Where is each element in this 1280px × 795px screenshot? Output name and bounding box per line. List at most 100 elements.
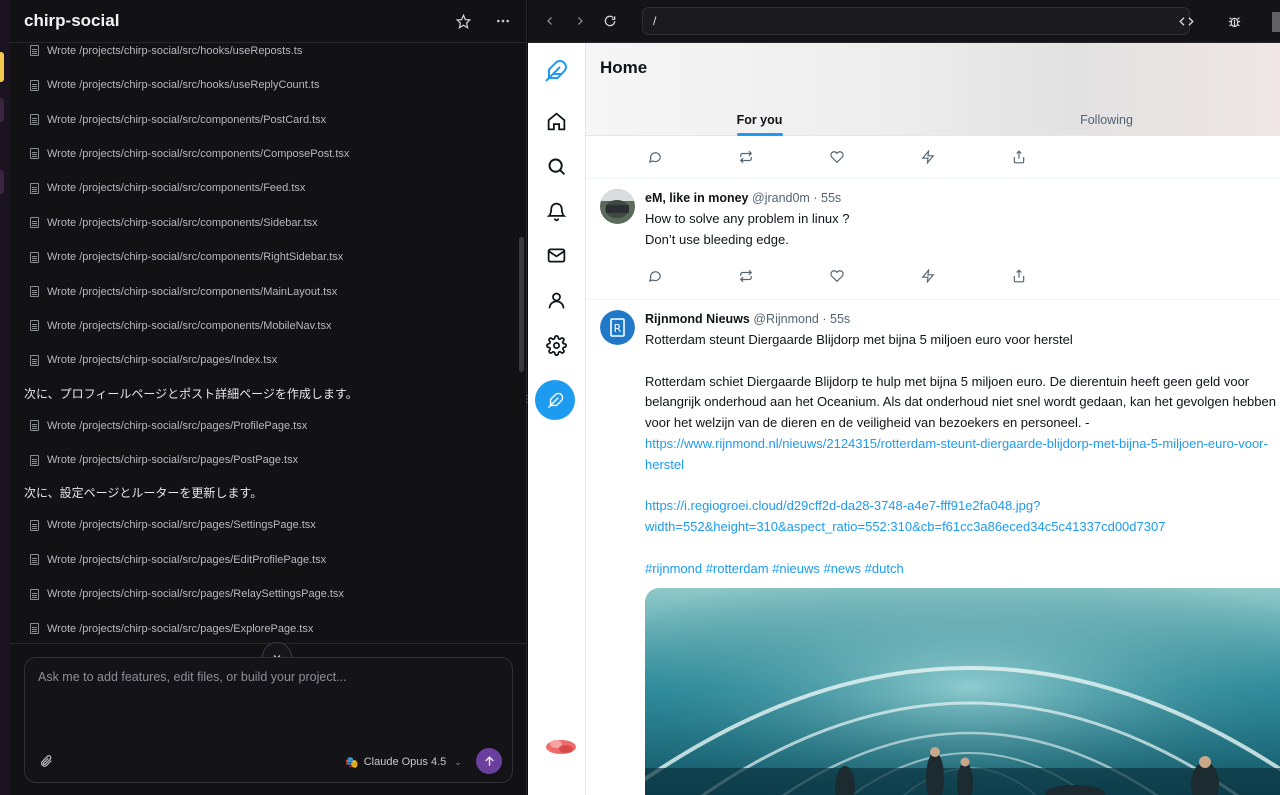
share-icon[interactable] bbox=[1012, 150, 1052, 164]
mail-icon[interactable] bbox=[544, 243, 568, 267]
log-file-entry[interactable]: Wrote /projects/chirp-social/src/hooks/u… bbox=[24, 68, 512, 102]
reply-icon[interactable] bbox=[648, 150, 739, 164]
arrow-up-icon bbox=[484, 755, 494, 766]
browser-toolbar: / bbox=[528, 0, 1280, 43]
post-avatar[interactable]: R bbox=[600, 310, 635, 345]
post-card[interactable]: R Rijnmond Nieuws @Rijnmond · 55s Rotter… bbox=[586, 299, 1280, 795]
bell-icon[interactable] bbox=[544, 199, 568, 223]
profile-icon[interactable] bbox=[544, 288, 568, 312]
bug-icon[interactable] bbox=[1224, 12, 1244, 32]
zap-icon[interactable] bbox=[921, 150, 1012, 164]
chat-log: Wrote /projects/chirp-social/src/hooks/u… bbox=[10, 43, 526, 643]
post-card[interactable]: eM, like in money @jrand0m · 55s How to … bbox=[586, 178, 1280, 299]
repost-icon[interactable] bbox=[739, 150, 830, 164]
tab-following[interactable]: Following bbox=[933, 103, 1280, 136]
log-file-entry[interactable]: Wrote /projects/chirp-social/src/compone… bbox=[24, 137, 512, 171]
log-file-entry[interactable]: Wrote /projects/chirp-social/src/pages/P… bbox=[24, 409, 512, 443]
log-file-entry[interactable]: Wrote /projects/chirp-social/src/compone… bbox=[24, 274, 512, 308]
refresh-icon[interactable] bbox=[600, 11, 620, 31]
post-actions bbox=[586, 255, 1052, 297]
reply-icon[interactable] bbox=[648, 269, 739, 283]
author-name[interactable]: Rijnmond Nieuws bbox=[645, 312, 750, 326]
feather-logo-icon[interactable] bbox=[544, 59, 568, 83]
url-bar[interactable]: / bbox=[642, 7, 1190, 35]
feather-icon bbox=[547, 392, 563, 408]
like-icon[interactable] bbox=[830, 150, 921, 164]
log-entry-text: Wrote /projects/chirp-social/src/compone… bbox=[47, 285, 338, 298]
chat-scrollbar[interactable] bbox=[519, 237, 524, 372]
log-file-entry[interactable]: Wrote /projects/chirp-social/src/compone… bbox=[24, 206, 512, 240]
log-entry-text: Wrote /projects/chirp-social/src/hooks/u… bbox=[47, 45, 303, 57]
settings-gear-icon[interactable] bbox=[544, 333, 568, 357]
more-options-icon[interactable] bbox=[494, 12, 512, 30]
author-handle: @jrand0m bbox=[752, 191, 810, 205]
post-link[interactable]: https://www.rijnmond.nl/nieuws/2124315/r… bbox=[645, 436, 1268, 472]
back-icon[interactable] bbox=[540, 11, 560, 31]
share-icon[interactable] bbox=[1012, 269, 1052, 283]
panel-resize-handle[interactable]: ⋮ bbox=[522, 392, 532, 406]
log-file-entry[interactable]: Wrote /projects/chirp-social/src/pages/E… bbox=[24, 543, 512, 577]
file-icon bbox=[30, 148, 39, 160]
workspace-indicator[interactable] bbox=[0, 170, 4, 194]
tab-for-you[interactable]: For you bbox=[586, 103, 933, 136]
workspace-indicator[interactable] bbox=[0, 98, 4, 122]
log-file-entry[interactable]: Wrote /projects/chirp-social/src/pages/E… bbox=[24, 611, 512, 643]
log-entry-text: Wrote /projects/chirp-social/src/pages/I… bbox=[47, 354, 278, 367]
file-icon bbox=[30, 588, 39, 600]
site-viewport: Home For you Following eM, like in money… bbox=[528, 43, 1280, 795]
assistant-message: 次に、設定ページとルーターを更新します。 bbox=[24, 486, 263, 501]
svg-text:R: R bbox=[614, 322, 622, 335]
model-selector[interactable]: 🎭 Claude Opus 4.5 ⌄ bbox=[345, 753, 462, 771]
log-file-entry[interactable]: Wrote /projects/chirp-social/src/compone… bbox=[24, 240, 512, 274]
post-image[interactable] bbox=[645, 587, 1280, 795]
compose-post-button[interactable] bbox=[535, 380, 575, 420]
post-hashtags[interactable]: #rijnmond #rotterdam #nieuws #news #dutc… bbox=[645, 561, 904, 576]
post-text: Rotterdam steunt Diergaarde Blijdorp met… bbox=[645, 330, 1280, 580]
post-body: Rotterdam steunt Diergaarde Blijdorp met… bbox=[645, 332, 1276, 431]
chat-input[interactable] bbox=[38, 670, 498, 740]
author-handle: @Rijnmond bbox=[753, 312, 819, 326]
file-icon bbox=[30, 217, 39, 229]
file-icon bbox=[30, 79, 39, 91]
post-actions bbox=[586, 136, 1280, 178]
browser-preview: / Home For you Following eM, like in mon… bbox=[528, 0, 1280, 795]
repost-icon[interactable] bbox=[739, 269, 830, 283]
author-name[interactable]: eM, like in money bbox=[645, 191, 749, 205]
dot-separator: · bbox=[822, 312, 827, 326]
log-file-entry[interactable]: Wrote /projects/chirp-social/src/compone… bbox=[24, 309, 512, 343]
log-file-entry[interactable]: Wrote /projects/chirp-social/src/pages/I… bbox=[24, 343, 512, 377]
page-title: Home bbox=[600, 58, 648, 77]
attach-icon[interactable] bbox=[37, 752, 55, 770]
log-entry-text: Wrote /projects/chirp-social/src/compone… bbox=[47, 216, 318, 229]
file-icon bbox=[30, 320, 39, 332]
log-file-entry[interactable]: Wrote /projects/chirp-social/src/pages/S… bbox=[24, 508, 512, 542]
send-button[interactable] bbox=[476, 748, 502, 774]
model-emoji: 🎭 bbox=[345, 756, 359, 769]
star-icon[interactable] bbox=[454, 12, 472, 30]
log-file-entry[interactable]: Wrote /projects/chirp-social/src/hooks/u… bbox=[24, 43, 512, 68]
chat-panel: chirp-social Wrote /projects/chirp-socia… bbox=[10, 0, 527, 795]
log-file-entry[interactable]: Wrote /projects/chirp-social/src/pages/R… bbox=[24, 577, 512, 611]
like-icon[interactable] bbox=[830, 269, 921, 283]
user-avatar[interactable] bbox=[544, 735, 578, 757]
file-icon bbox=[30, 251, 39, 263]
aquarium-tunnel-image bbox=[645, 587, 1280, 795]
log-entry-text: Wrote /projects/chirp-social/src/hooks/u… bbox=[47, 79, 320, 92]
code-view-icon[interactable] bbox=[1176, 12, 1196, 32]
log-entry-text: Wrote /projects/chirp-social/src/compone… bbox=[47, 182, 306, 195]
log-file-entry[interactable]: Wrote /projects/chirp-social/src/compone… bbox=[24, 171, 512, 205]
post-avatar[interactable] bbox=[600, 189, 635, 224]
post-image-link[interactable]: https://i.regiogroei.cloud/d29cff2d-da28… bbox=[645, 498, 1165, 534]
log-file-entry[interactable]: Wrote /projects/chirp-social/src/compone… bbox=[24, 102, 512, 136]
log-entry-text: Wrote /projects/chirp-social/src/pages/E… bbox=[47, 622, 314, 635]
log-entry-text: Wrote /projects/chirp-social/src/compone… bbox=[47, 147, 350, 160]
log-file-entry[interactable]: Wrote /projects/chirp-social/src/pages/P… bbox=[24, 443, 512, 477]
home-icon[interactable] bbox=[544, 109, 568, 133]
zap-icon[interactable] bbox=[921, 269, 1012, 283]
log-entry-text: Wrote /projects/chirp-social/src/pages/P… bbox=[47, 454, 299, 467]
log-entry-text: Wrote /projects/chirp-social/src/compone… bbox=[47, 319, 332, 332]
search-icon[interactable] bbox=[544, 154, 568, 178]
toolbar-overflow[interactable] bbox=[1272, 11, 1280, 32]
workspace-indicator-active[interactable] bbox=[0, 52, 4, 82]
forward-icon[interactable] bbox=[570, 11, 590, 31]
